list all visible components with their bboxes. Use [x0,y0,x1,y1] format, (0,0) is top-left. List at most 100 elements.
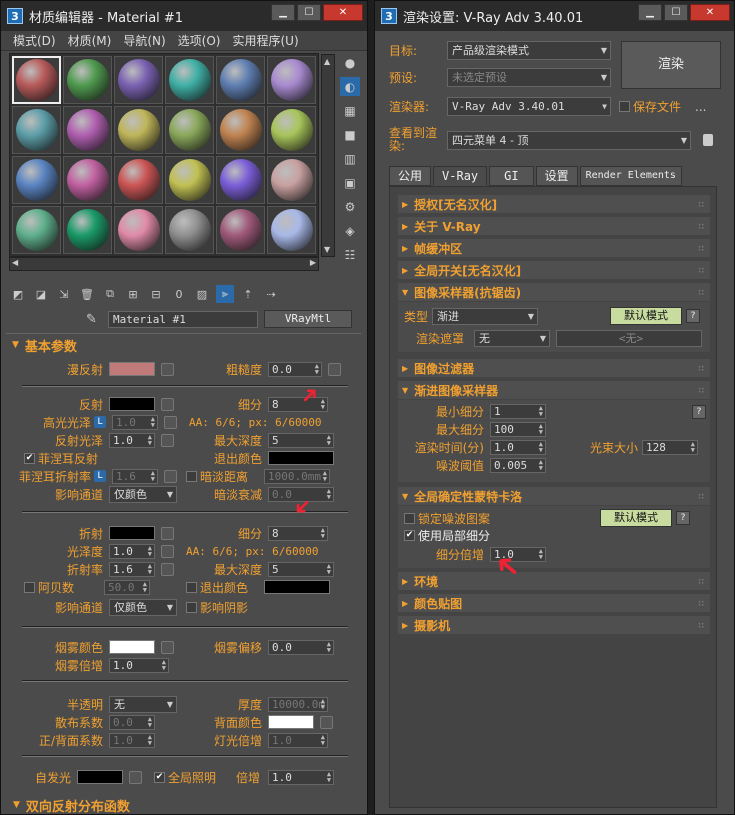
max-depth-spinner[interactable]: 5 ▲ ▼ [268,432,334,448]
view-dropdown[interactable]: 四元菜单 4 - 顶 ▼ [447,130,691,150]
fog-color-map-button[interactable] [161,640,174,654]
get-material-icon[interactable]: ◩ [9,285,27,303]
tab-gi[interactable]: GI [489,166,534,186]
preset-dropdown[interactable]: 未选定预设 ▼ [447,68,611,87]
sample-slot[interactable] [12,206,61,254]
target-dropdown[interactable]: 产品级渲染模式 ▼ [447,41,611,60]
maximize-button[interactable]: ☐ [664,4,688,21]
rollout-camera[interactable]: ▶ 摄影机 ∷ [398,616,710,634]
multiplier-spinner[interactable]: 1.0 ▲ ▼ [268,769,335,785]
go-forward-sibling-icon[interactable]: ⇢ [262,285,280,303]
brdf-header[interactable]: ▼ 双向反射分布函数 [13,796,358,815]
menu-utilities[interactable]: 实用程序(U) [232,32,298,49]
fog-bias-spinner[interactable]: 0.0 ▲ ▼ [268,639,334,655]
reflect-swatch[interactable] [109,397,155,411]
fresnel-checkbox[interactable]: ✔ [24,452,35,464]
refr-exit-color-checkbox[interactable] [186,581,197,593]
sample-slot[interactable] [216,56,265,104]
select-by-material-icon[interactable]: ◈ [340,221,360,240]
material-type-button[interactable]: VRayMtl [264,310,352,328]
refr-max-depth-spinner[interactable]: 5 ▲ ▼ [268,561,334,577]
sampler-help-button[interactable]: ? [686,309,700,323]
rollout-global-switches[interactable]: ▶ 全局开关[无名汉化] ∷ [398,261,710,279]
maximize-button[interactable]: ☐ [297,4,321,21]
title-bar[interactable]: 3 材质编辑器 - Material #1 ▁ ☐ ✕ [1,1,367,31]
min-subdivs-spinner[interactable]: 1 ▲ ▼ [490,404,546,419]
dmc-help-button[interactable]: ? [676,511,691,525]
fresnel-ior-map-button[interactable] [164,469,177,483]
dmc-default-mode-button[interactable]: 默认模式 [600,509,673,527]
affect-channels-dropdown[interactable]: 仅颜色 ▼ [109,485,177,503]
affect-shadows-checkbox[interactable] [186,601,197,613]
scroll-up-icon[interactable]: ▲ [324,57,330,66]
scroll-left-icon[interactable]: ◀ [12,258,18,267]
make-copy-icon[interactable]: ⧉ [101,285,119,303]
fresnel-ior-spinner[interactable]: 1.6 ▲ ▼ [112,468,158,484]
max-subdivs-spinner[interactable]: 100 ▲ ▼ [490,422,546,437]
tab-common[interactable]: 公用 [389,166,432,186]
show-end-result-icon[interactable]: ⫸ [216,285,234,303]
go-to-parent-icon[interactable]: ⇡ [239,285,257,303]
tab-render-elements[interactable]: Render Elements [579,166,682,186]
fog-mult-spinner[interactable]: 1.0 ▲ ▼ [109,657,169,673]
bundle-size-spinner[interactable]: 128 ▲ ▼ [642,440,699,455]
background-icon[interactable]: ▦ [340,101,360,120]
material-id-icon[interactable]: 0 [170,285,188,303]
rollout-color-mapping[interactable]: ▶ 颜色贴图 ∷ [398,594,710,612]
refr-gloss-spinner[interactable]: 1.0 ▲ ▼ [109,543,155,559]
reflect-map-button[interactable] [161,397,174,411]
sample-slot[interactable] [114,156,163,204]
back-color-map-button[interactable] [320,715,333,729]
back-color-swatch[interactable] [268,715,314,729]
close-button[interactable]: ✕ [323,4,363,21]
progressive-help-button[interactable]: ? [692,404,706,419]
diffuse-swatch[interactable] [109,362,155,376]
rollout-global-dmc[interactable]: ▼ 全局确定性蒙特卡洛 ∷ [398,487,710,505]
refract-map-button[interactable] [161,526,174,540]
sample-slot[interactable] [216,106,265,154]
render-time-spinner[interactable]: 1.0 ▲ ▼ [490,440,546,455]
rollout-framebuffer[interactable]: ▶ 帧缓冲区 ∷ [398,239,710,257]
hilight-gloss-spinner[interactable]: 1.0 ▲ ▼ [112,414,158,430]
use-local-subdivs-checkbox[interactable]: ✔ [404,530,415,541]
menu-navigation[interactable]: 导航(N) [123,32,165,49]
sample-slot[interactable] [12,56,61,104]
sample-slot[interactable] [165,156,214,204]
refr-exit-color-swatch[interactable] [264,580,331,594]
slot-vertical-scrollbar[interactable]: ▲ ▼ [321,54,335,257]
tab-vray[interactable]: V-Ray [433,166,488,186]
noise-threshold-spinner[interactable]: 0.005 ▲ ▼ [490,458,546,473]
translucency-dropdown[interactable]: 无 ▼ [109,695,177,713]
abbe-checkbox[interactable] [24,581,35,593]
sample-slot[interactable] [63,156,112,204]
dim-distance-spinner[interactable]: 1000.0mm ▲ ▼ [264,468,331,484]
ior-map-button[interactable] [161,562,174,576]
sample-slot[interactable] [114,56,163,104]
fog-color-swatch[interactable] [109,640,155,654]
material-name-field[interactable]: Material #1 [108,310,258,328]
material-map-navigator-icon[interactable]: ☷ [340,245,360,264]
rollout-auth[interactable]: ▶ 授权[无名汉化] ∷ [398,195,710,213]
render-button[interactable]: 渲染 [621,41,721,89]
sample-slot[interactable] [267,56,316,104]
thickness-spinner[interactable]: 10000.0m ▲ ▼ [268,696,328,712]
light-mult-spinner[interactable]: 1.0 ▲ ▼ [268,732,328,748]
scatter-coeff-spinner[interactable]: 0.0 ▲ ▼ [109,714,155,730]
scroll-right-icon[interactable]: ▶ [310,258,316,267]
diffuse-map-button[interactable] [161,362,174,376]
exit-color-swatch[interactable] [268,451,334,465]
sample-slot[interactable] [165,106,214,154]
rollout-progressive-sampler[interactable]: ▼ 渐进图像采样器 ∷ [398,381,710,399]
backlight-icon[interactable]: ◐ [340,77,360,96]
sample-slot[interactable] [12,156,61,204]
eyedropper-icon[interactable]: ✎ [86,312,102,327]
rollout-image-filter[interactable]: ▶ 图像过滤器 ∷ [398,359,710,377]
sample-slot[interactable] [63,206,112,254]
roughness-map-button[interactable] [328,362,341,376]
assign-to-selection-icon[interactable]: ⇲ [55,285,73,303]
sample-slot[interactable] [63,56,112,104]
reset-map-icon[interactable]: 🗑 [78,285,96,303]
sample-slot[interactable] [63,106,112,154]
ior-spinner[interactable]: 1.6 ▲ ▼ [109,561,155,577]
sample-slot[interactable] [165,206,214,254]
